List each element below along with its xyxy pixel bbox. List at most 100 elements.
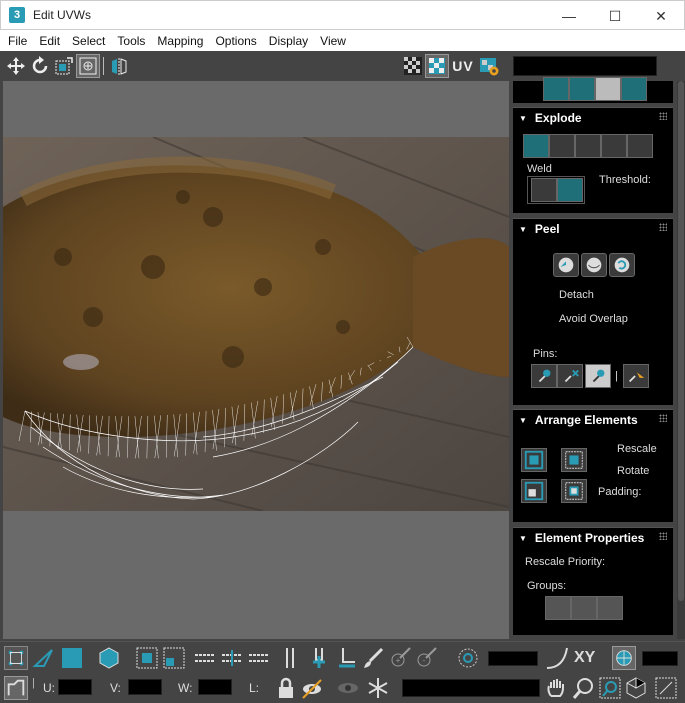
- ring-grow-icon[interactable]: [278, 646, 302, 670]
- lock-icon[interactable]: [274, 676, 298, 700]
- side-panel-scrollbar[interactable]: [677, 81, 685, 639]
- quick-peel-icon[interactable]: [553, 253, 579, 277]
- pack-normalize-icon[interactable]: [521, 448, 547, 472]
- vertex-mode-icon[interactable]: [4, 646, 28, 670]
- uv-settings-icon[interactable]: [477, 54, 501, 78]
- menu-view[interactable]: View: [314, 34, 352, 48]
- flatten-by-polygon-icon[interactable]: [601, 134, 627, 158]
- mirror-icon[interactable]: [107, 54, 131, 78]
- stitch-target-icon[interactable]: [569, 77, 595, 101]
- grip-icon[interactable]: [659, 532, 667, 540]
- freeform-icon[interactable]: [76, 54, 100, 78]
- paint-shrink-icon[interactable]: -: [414, 646, 438, 670]
- uv-axis-label[interactable]: UV: [449, 54, 477, 78]
- explode-rollout-header[interactable]: ▼ Explode: [513, 108, 673, 128]
- reset-peel-icon[interactable]: [609, 253, 635, 277]
- polygon-mode-icon[interactable]: [60, 646, 84, 670]
- arrange-elements-rollout-header[interactable]: ▼ Arrange Elements: [513, 410, 673, 430]
- group-select-icon[interactable]: [545, 596, 571, 620]
- grip-icon[interactable]: [659, 223, 667, 231]
- maximize-button[interactable]: ☐: [592, 1, 638, 31]
- paint-grow-icon[interactable]: +: [388, 646, 412, 670]
- select-overlap-icon[interactable]: [307, 646, 331, 670]
- ring-select-icon[interactable]: [247, 646, 271, 670]
- menu-display[interactable]: Display: [263, 34, 314, 48]
- texture-checker-icon[interactable]: [425, 54, 449, 78]
- falloff-curve-icon[interactable]: [545, 646, 569, 670]
- v-coordinate-field[interactable]: [128, 679, 162, 695]
- app-icon: 3: [9, 7, 25, 23]
- move-icon[interactable]: [4, 54, 28, 78]
- stitch-average-icon[interactable]: [595, 77, 621, 101]
- uv-editor-viewport[interactable]: [3, 81, 509, 639]
- collapse-triangle-icon: ▼: [519, 224, 527, 234]
- peel-rollout: ▼ Peel Detach Avoid Overlap Pins: |: [513, 218, 673, 405]
- zoom-selected-icon[interactable]: [654, 676, 678, 700]
- weld-selected-icon[interactable]: [531, 178, 557, 202]
- pack-together-icon[interactable]: [561, 448, 587, 472]
- element-properties-rollout-header[interactable]: ▼ Element Properties: [513, 528, 673, 548]
- checker-pattern-icon[interactable]: [401, 54, 425, 78]
- loop-select-icon[interactable]: [193, 646, 217, 670]
- weld-target-icon[interactable]: [557, 178, 583, 202]
- stitch-custom-icon[interactable]: [621, 77, 647, 101]
- edge-distance-field[interactable]: [642, 651, 678, 666]
- menu-select[interactable]: Select: [66, 34, 111, 48]
- grip-icon[interactable]: [659, 112, 667, 120]
- collapse-triangle-icon: ▼: [519, 533, 527, 543]
- auto-pin-icon[interactable]: [585, 364, 611, 388]
- grip-icon[interactable]: [659, 414, 667, 422]
- loop-grow-icon[interactable]: [220, 646, 244, 670]
- show-icon[interactable]: [336, 676, 360, 700]
- pan-icon[interactable]: [544, 676, 568, 700]
- rotate-icon[interactable]: [28, 54, 52, 78]
- xy-label[interactable]: XY: [574, 649, 595, 667]
- zoom-icon[interactable]: [572, 676, 596, 700]
- stitch-icon[interactable]: [543, 77, 569, 101]
- peel-mode-icon[interactable]: [581, 253, 607, 277]
- transform-type-icon[interactable]: [4, 676, 28, 700]
- select-inverted-icon[interactable]: [335, 646, 359, 670]
- zoom-extents-icon[interactable]: [624, 676, 648, 700]
- scale-icon[interactable]: [52, 54, 76, 78]
- scrollbar-thumb[interactable]: [678, 81, 684, 601]
- u-coordinate-label: U:: [43, 681, 55, 695]
- falloff-field[interactable]: [488, 651, 538, 666]
- edge-distance-icon[interactable]: [612, 646, 636, 670]
- break-icon[interactable]: [523, 134, 549, 158]
- group-create-icon[interactable]: [597, 596, 623, 620]
- flatten-by-face-icon[interactable]: [575, 134, 601, 158]
- flatten-custom-icon[interactable]: [627, 134, 653, 158]
- menu-options[interactable]: Options: [209, 34, 262, 48]
- peel-rollout-header[interactable]: ▼ Peel: [513, 219, 673, 239]
- zoom-region-icon[interactable]: [598, 676, 622, 700]
- grow-selection-icon[interactable]: [135, 646, 159, 670]
- pack-custom-icon[interactable]: [521, 479, 547, 503]
- detach-edge-icon[interactable]: [549, 134, 575, 158]
- shrink-selection-icon[interactable]: [162, 646, 186, 670]
- element-mode-icon[interactable]: [97, 646, 121, 670]
- u-coordinate-field[interactable]: [58, 679, 92, 695]
- soft-selection-icon[interactable]: [456, 646, 480, 670]
- pins-label: Pins:: [533, 348, 558, 360]
- menu-edit[interactable]: Edit: [33, 34, 66, 48]
- freeze-icon[interactable]: [366, 676, 390, 700]
- hide-icon[interactable]: [300, 676, 324, 700]
- minimize-button[interactable]: —: [546, 1, 592, 31]
- close-button[interactable]: ✕: [638, 1, 684, 31]
- pack-rescale-icon[interactable]: [561, 479, 587, 503]
- menu-tools[interactable]: Tools: [111, 34, 151, 48]
- unpin-icon[interactable]: [557, 364, 583, 388]
- paint-select-icon[interactable]: [362, 646, 386, 670]
- pins-separator: |: [615, 370, 618, 382]
- edge-mode-icon[interactable]: [32, 646, 56, 670]
- menu-file[interactable]: File: [2, 34, 33, 48]
- selection-set-field[interactable]: [402, 679, 540, 697]
- pin-icon[interactable]: [531, 364, 557, 388]
- menu-bar: File Edit Select Tools Mapping Options D…: [0, 30, 685, 51]
- menu-mapping[interactable]: Mapping: [151, 34, 209, 48]
- select-pins-icon[interactable]: [623, 364, 649, 388]
- texture-selector-dropdown[interactable]: [513, 56, 657, 76]
- w-coordinate-field[interactable]: [198, 679, 232, 695]
- group-ungroup-icon[interactable]: [571, 596, 597, 620]
